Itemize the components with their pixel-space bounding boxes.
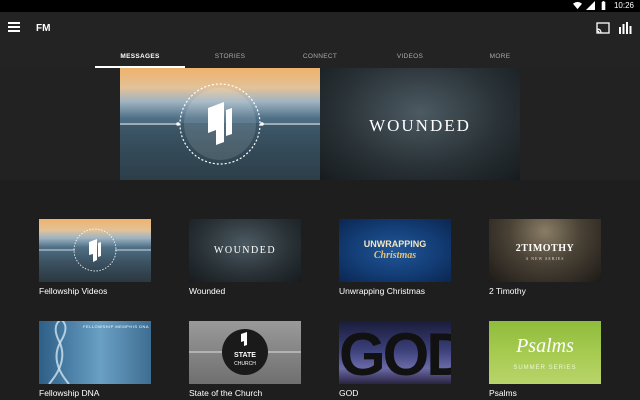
tab-more[interactable]: MORE	[455, 46, 545, 68]
cast-icon[interactable]	[596, 22, 610, 34]
tile-god[interactable]: GOD GOD	[339, 321, 451, 398]
thumb-title: WOUNDED	[213, 245, 277, 256]
tile-label: Fellowship DNA	[39, 388, 100, 398]
bar-chart-icon[interactable]	[618, 22, 632, 34]
app-title: FM	[36, 23, 51, 34]
thumb-subtitle: SUMMER SERIES	[513, 365, 577, 371]
thumb-title: GOD	[339, 321, 451, 384]
tab-stories[interactable]: STORIES	[185, 46, 275, 68]
tile-2-timothy[interactable]: 2TIMOTHY A NEW SERIES 2 Timothy	[489, 219, 601, 296]
tile-thumbnail: UNWRAPPING Christmas	[339, 219, 451, 282]
hero-banner: WOUNDED	[0, 68, 640, 180]
tile-label: GOD	[339, 388, 359, 398]
tab-connect[interactable]: CONNECT	[275, 46, 365, 68]
tile-thumbnail: FELLOWSHIP MEMPHIS DNA	[39, 321, 151, 384]
hero-wounded-title: WOUNDED	[369, 116, 471, 135]
thumb-subtitle: A NEW SERIES	[525, 256, 565, 261]
thumb-subtitle: CHURCH	[234, 361, 256, 367]
messages-grid: Fellowship Videos WOUNDED Wounded UNWRAP…	[0, 180, 640, 400]
wifi-icon	[572, 1, 582, 10]
tile-label: Psalms	[489, 388, 517, 398]
tile-label: Wounded	[189, 286, 226, 296]
tile-thumbnail	[39, 219, 151, 282]
tile-label: State of the Church	[189, 388, 263, 398]
dna-helix-icon	[48, 321, 70, 384]
thumb-title: 2TIMOTHY	[515, 243, 575, 254]
fellowship-logo-icon	[120, 83, 320, 180]
tab-bar: MESSAGES STORIES CONNECT VIDEOS MORE	[0, 46, 640, 68]
tile-state-of-the-church[interactable]: STATE CHURCH State of the Church	[189, 321, 301, 398]
thumb-title: FELLOWSHIP MEMPHIS DNA	[83, 324, 150, 329]
app-bar: FM	[0, 12, 640, 46]
tile-label: Unwrapping Christmas	[339, 286, 425, 296]
tile-thumbnail: Psalms SUMMER SERIES	[489, 321, 601, 384]
status-icons: 10:26	[572, 1, 634, 10]
thumb-subtitle: Christmas	[373, 250, 417, 261]
fellowship-logo-icon	[39, 228, 151, 272]
thumb-title: UNWRAPPING	[363, 239, 427, 249]
tile-label: 2 Timothy	[489, 286, 526, 296]
signal-icon	[585, 1, 595, 10]
tile-unwrapping-christmas[interactable]: UNWRAPPING Christmas Unwrapping Christma…	[339, 219, 451, 296]
thumb-title: Psalms	[516, 335, 574, 357]
tile-thumbnail: WOUNDED	[189, 219, 301, 282]
tile-thumbnail: STATE CHURCH	[189, 321, 301, 384]
tile-psalms[interactable]: Psalms SUMMER SERIES Psalms	[489, 321, 601, 398]
thumb-title: STATE	[234, 352, 256, 359]
tile-label: Fellowship Videos	[39, 286, 108, 296]
tile-thumbnail: GOD	[339, 321, 451, 384]
status-time: 10:26	[613, 1, 634, 10]
hamburger-menu-icon[interactable]	[8, 22, 20, 34]
battery-icon	[601, 1, 606, 10]
tile-fellowship-videos[interactable]: Fellowship Videos	[39, 219, 151, 296]
tile-fellowship-dna[interactable]: FELLOWSHIP MEMPHIS DNA Fellowship DNA	[39, 321, 151, 398]
status-bar: 10:26	[0, 0, 640, 12]
tab-messages[interactable]: MESSAGES	[95, 46, 185, 68]
tile-wounded[interactable]: WOUNDED Wounded	[189, 219, 301, 296]
tile-thumbnail: 2TIMOTHY A NEW SERIES	[489, 219, 601, 282]
tab-videos[interactable]: VIDEOS	[365, 46, 455, 68]
hero-fellowship-banner[interactable]	[120, 68, 320, 180]
hero-wounded-banner[interactable]: WOUNDED	[320, 68, 520, 180]
